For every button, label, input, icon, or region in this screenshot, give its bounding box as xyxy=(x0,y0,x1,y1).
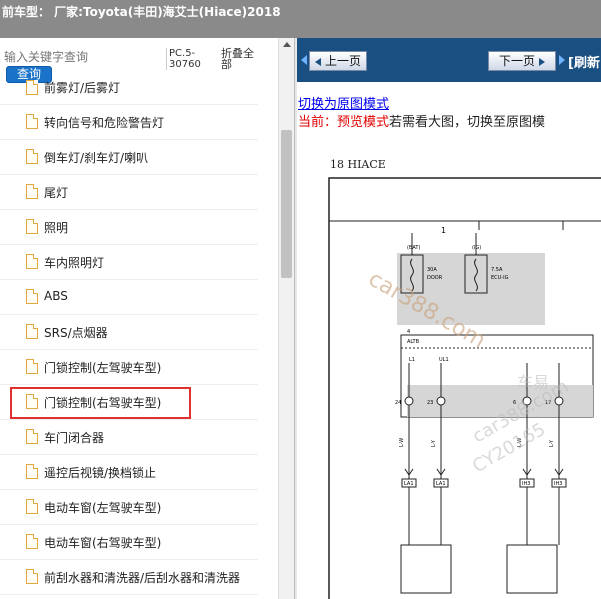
document-icon xyxy=(26,219,38,234)
fuse-1-name: DOOR xyxy=(427,275,443,281)
fuse-2-rating: 7.5A xyxy=(491,267,503,273)
wiring-diagram: 1 (BAT) (IG) 30A DOOR 7.5A ECU-IG 4 ALTB… xyxy=(328,177,601,599)
pin-ul1: UL1 xyxy=(439,357,449,363)
tree-item-label: 遥控后视镜/换档锁止 xyxy=(44,466,157,480)
collapse-all-button[interactable]: 折叠全部 xyxy=(221,48,263,70)
pc-code: PC.5-30760 xyxy=(166,48,209,70)
title-bar: 前车型： 厂家:Toyota(丰田)海艾士(Hiace)2018 xyxy=(0,0,601,38)
left-panel: 查询 PC.5-30760 折叠全部 前雾灯/后雾灯转向信号和危险警告灯倒车灯/… xyxy=(0,38,294,599)
current-mode: 预览模式 xyxy=(337,115,390,130)
tree-item-label: 照明 xyxy=(44,221,69,235)
tree-item[interactable]: 前刮水器和清洗器/后刮水器和清洗器 xyxy=(0,560,258,595)
tree-item[interactable]: 前雾灯/后雾灯 xyxy=(0,80,258,105)
fuse-1-rating: 30A xyxy=(427,267,437,273)
tree-item-label: 车内照明灯 xyxy=(44,256,105,270)
relay-name: ALTB xyxy=(407,339,420,345)
document-icon xyxy=(26,114,38,129)
pin-number: 23 xyxy=(427,400,433,406)
connector-label: LA1 xyxy=(436,481,446,487)
tree-item-label: 转向信号和危险警告灯 xyxy=(44,116,165,130)
tree-item-label: 门锁控制(左驾驶车型) xyxy=(44,361,162,375)
document-icon xyxy=(26,80,38,95)
switch-left-box xyxy=(400,544,452,594)
document-icon xyxy=(26,289,38,304)
scrollbar-thumb[interactable] xyxy=(281,130,292,278)
document-icon xyxy=(26,569,38,584)
prev-triangle-icon xyxy=(314,57,321,66)
tree-item[interactable]: 遥控后视镜/换档锁止 xyxy=(0,455,258,490)
tree-item-label: SRS/点烟器 xyxy=(44,326,108,340)
tree-item-label: 车门闭合器 xyxy=(44,431,105,445)
tree-item[interactable]: 照明 xyxy=(0,210,258,245)
tree-item[interactable]: SRS/点烟器 xyxy=(0,315,258,350)
nav-right-arrow-icon[interactable] xyxy=(559,55,565,65)
tree-item[interactable]: 电动车窗(左驾驶车型) xyxy=(0,490,258,525)
title-text: 前车型： 厂家:Toyota(丰田)海艾士(Hiace)2018 xyxy=(2,5,281,19)
tree-item[interactable]: 门锁控制(左驾驶车型) xyxy=(0,350,258,385)
refresh-link[interactable]: [刷新 xyxy=(568,52,600,71)
tree-item[interactable]: 电动车窗(右驾驶车型) xyxy=(0,525,258,560)
document-icon xyxy=(26,254,38,269)
current-mode-line: 当前：预览模式若需看大图，切换至原图模 xyxy=(298,111,545,130)
document-icon xyxy=(26,184,38,199)
tree-item-label: 前刮水器和清洗器/后刮水器和清洗器 xyxy=(44,571,241,585)
switch-to-original-link[interactable]: 切换为原图模式 xyxy=(298,93,389,112)
connector-label: IH3 xyxy=(554,481,562,487)
fuse-2-name: ECU-IG xyxy=(491,275,509,281)
right-panel: 上一页 下一页 [刷新 切换为原图模式 当前：预览模式若需看大图，切换至原图模 … xyxy=(297,38,601,599)
tree-item[interactable]: 车门闭合器 xyxy=(0,420,258,455)
diagram-page-label: 18 HIACE xyxy=(330,158,386,171)
document-icon xyxy=(26,534,38,549)
search-input[interactable] xyxy=(4,50,154,64)
current-prefix: 当前： xyxy=(298,115,338,130)
selected-item-highlight xyxy=(10,387,191,419)
document-icon xyxy=(26,464,38,479)
tree-item-label: 电动车窗(左驾驶车型) xyxy=(44,501,162,515)
pin-circle xyxy=(436,396,446,406)
wire-color: L-Y xyxy=(549,439,555,447)
category-tree: 前雾灯/后雾灯转向信号和危险警告灯 倒车灯/刹车灯/喇叭 尾灯照明车内照明灯 ABS S… xyxy=(0,80,278,595)
nav-left-arrow-icon[interactable] xyxy=(301,55,307,65)
scroll-up-icon[interactable] xyxy=(283,42,291,47)
pin-circle xyxy=(404,396,414,406)
tree-item[interactable]: ABS xyxy=(0,280,258,315)
mode-hint: 若需看大图，切换至原图模 xyxy=(389,115,546,130)
document-icon xyxy=(26,429,38,444)
left-scrollbar[interactable] xyxy=(278,38,295,599)
wire-color: L-Y xyxy=(431,439,437,447)
tree-item-label: 倒车灯/刹车灯/喇叭 xyxy=(44,151,149,165)
page-nav-bar: 上一页 下一页 [刷新 xyxy=(297,38,601,82)
relay-pin: 4 xyxy=(407,329,410,335)
connector-label: IH3 xyxy=(522,481,530,487)
fuse-ig-label: (IG) xyxy=(472,245,481,251)
next-page-button[interactable]: 下一页 xyxy=(488,51,556,71)
tree-item[interactable]: 车内照明灯 xyxy=(0,245,258,280)
watermark-4: 车易 xyxy=(517,373,549,392)
tree-item[interactable]: 尾灯 xyxy=(0,175,258,210)
next-page-label: 下一页 xyxy=(498,54,535,68)
document-icon xyxy=(26,324,38,339)
tree-item-label: 电动车窗(右驾驶车型) xyxy=(44,536,162,550)
document-icon xyxy=(26,149,38,164)
tree-item-label: 前雾灯/后雾灯 xyxy=(44,81,121,95)
column-number: 1 xyxy=(441,226,446,235)
pin-l1: L1 xyxy=(409,357,415,363)
tree-item-label: ABS xyxy=(44,289,68,303)
pin-number: 24 xyxy=(395,400,401,406)
fuse-bat-label: (BAT) xyxy=(407,245,420,251)
search-bar: 查询 PC.5-30760 折叠全部 xyxy=(0,38,278,86)
switch-right-box xyxy=(506,544,558,594)
tree-item-label: 尾灯 xyxy=(44,186,69,200)
document-icon xyxy=(26,359,38,374)
prev-page-button[interactable]: 上一页 xyxy=(309,51,367,71)
next-triangle-icon xyxy=(539,57,545,66)
document-icon xyxy=(26,499,38,514)
tree-item[interactable]: 转向信号和危险警告灯 xyxy=(0,105,258,140)
tree-item[interactable]: 倒车灯/刹车灯/喇叭 xyxy=(0,140,258,175)
wire-color: L-W xyxy=(399,438,405,447)
connector-label: LA1 xyxy=(404,481,414,487)
prev-page-label: 上一页 xyxy=(324,54,361,68)
